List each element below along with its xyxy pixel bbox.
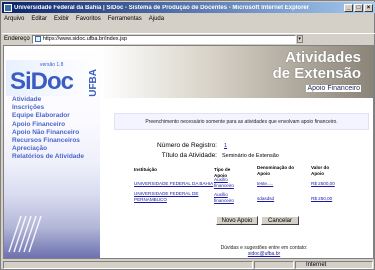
registro-value-link[interactable]: 1	[224, 143, 227, 149]
footer: Dúvidas e sugestões entre em contato: si…	[194, 245, 334, 257]
menu-ferramentas[interactable]: Ferramentas	[108, 16, 142, 22]
nav-item-relatorios[interactable]: Relatórios de Atividade	[12, 153, 84, 161]
titulo-label: Título da Atividade:	[161, 152, 217, 159]
nav-item-inscricoes[interactable]: Inscrições	[12, 104, 84, 112]
page-content: versão 1.8 SiDoc UFBA Atividade Inscriçõ…	[3, 45, 374, 259]
address-bar: Endereço https://www.sidoc.ufba.br/index…	[2, 33, 375, 44]
logo-name: SiDoc	[10, 68, 74, 95]
header-banner: Atividades de Extensão Apoio Financeiro	[100, 46, 373, 98]
status-bar: Internet	[2, 260, 375, 270]
page-subtitle: Apoio Financeiro	[306, 85, 361, 92]
logo-org: UFBA	[88, 69, 99, 97]
address-dropdown-icon[interactable]: ▾	[296, 35, 303, 43]
notice-box: Preenchimento necessário somente para as…	[114, 113, 369, 130]
menu-bar: Arquivo Editar Exibir Favoritos Ferramen…	[2, 14, 375, 23]
row1-tipo-link[interactable]: Auxílio financeiro	[214, 177, 244, 188]
menu-exibir[interactable]: Exibir	[54, 16, 69, 22]
col-header-valor: Valor do Apoio	[311, 165, 330, 176]
col-header-instituicao: Instituição	[134, 167, 157, 172]
zone-label: Internet	[306, 262, 327, 268]
menu-favoritos[interactable]: Favoritos	[76, 16, 101, 22]
banner-title-line1: Atividades	[285, 49, 361, 66]
row2-valor-link[interactable]: R$ 250,00	[311, 196, 332, 202]
nav-item-equipe[interactable]: Equipe Elaborador	[12, 112, 84, 120]
minimize-button[interactable]: _	[344, 3, 353, 12]
address-input[interactable]: https://www.sidoc.ufba.br/index.jsp	[31, 34, 296, 44]
title-bar: Universidade Federal da Bahia | SiDoc - …	[2, 2, 375, 13]
left-column: versão 1.8 SiDoc UFBA Atividade Inscriçõ…	[4, 46, 100, 258]
address-label: Endereço	[4, 36, 30, 42]
nav-item-apreciacao[interactable]: Apreciação	[12, 145, 84, 153]
menu-arquivo[interactable]: Arquivo	[4, 16, 24, 22]
nav-item-atividade[interactable]: Atividade	[12, 96, 84, 104]
side-nav: Atividade Inscrições Equipe Elaborador A…	[12, 96, 84, 162]
close-button[interactable]: ×	[364, 3, 373, 12]
browser-window: Universidade Federal da Bahia | SiDoc - …	[0, 0, 375, 270]
footer-email-link[interactable]: sidoc@ufba.br	[194, 251, 334, 257]
menu-ajuda[interactable]: Ajuda	[149, 16, 164, 22]
banner-title-line2: de Extensão	[272, 65, 361, 82]
novo-apoio-button[interactable]: Novo Apoio	[216, 216, 258, 225]
row2-instituicao-link[interactable]: UNIVERSIDADE FEDERAL DE PERNAMBUCO	[134, 191, 204, 202]
col-header-denominacao: Denominação do Apoio	[257, 165, 295, 176]
decorative-stripes-icon	[8, 215, 42, 253]
row1-valor-link[interactable]: R$ 2500,00	[311, 181, 335, 187]
nav-item-apoio-nao-financeiro[interactable]: Apoio Não Financeiro	[12, 129, 84, 137]
row1-denominacao-link[interactable]: teste.....	[257, 181, 273, 187]
cancelar-button[interactable]: Cancelar	[261, 216, 299, 225]
sidoc-logo: versão 1.8 SiDoc UFBA	[6, 60, 99, 97]
notice-text: Preenchimento necessário somente para as…	[145, 118, 338, 125]
titulo-value: Seminário de Extensão	[222, 153, 279, 159]
row2-tipo-link[interactable]: Auxílio financeiro	[214, 192, 244, 203]
menu-editar[interactable]: Editar	[31, 16, 47, 22]
maximize-button[interactable]: □	[354, 3, 363, 12]
row1-instituicao-link[interactable]: UNIVERSIDADE FEDERAL DA BAHIA	[134, 181, 213, 187]
registro-label: Número de Registro:	[157, 142, 217, 149]
status-text-pane	[3, 261, 253, 269]
status-pane	[254, 261, 294, 269]
address-url: https://www.sidoc.ufba.br/index.jsp	[42, 36, 128, 42]
ie-icon	[4, 3, 12, 12]
row2-denominacao-link[interactable]: sdasdsd	[257, 196, 274, 202]
nav-item-apoio-financeiro[interactable]: Apoio Financeiro	[12, 121, 84, 129]
window-title: Universidade Federal da Bahia | SiDoc - …	[14, 4, 310, 11]
page-icon	[34, 36, 41, 42]
status-zone-pane: Internet	[295, 261, 373, 269]
nav-item-recursos[interactable]: Recursos Financeiros	[12, 137, 84, 145]
